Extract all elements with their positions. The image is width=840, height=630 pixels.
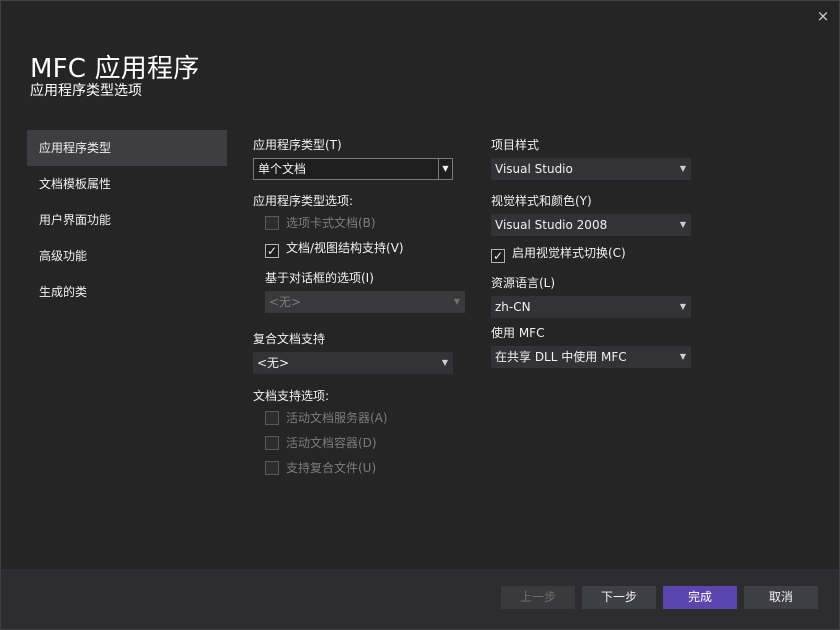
checkbox-box[interactable]	[265, 216, 279, 230]
tabbed-docs-label: 选项卡式文档(B)	[286, 216, 376, 230]
chevron-down-icon: ▼	[679, 164, 686, 173]
chevron-down-icon: ▼	[679, 352, 686, 361]
checkbox-box[interactable]	[265, 461, 279, 475]
visual-style-combo[interactable]: Visual Studio 2008 ▼	[491, 214, 691, 236]
next-button[interactable]: 下一步	[582, 586, 656, 609]
doc-view-label: 文档/视图结构支持(V)	[286, 241, 404, 255]
checkbox-box[interactable]	[265, 436, 279, 450]
style-switch-checkbox[interactable]: ✓ 启用视觉样式切换(C)	[491, 244, 626, 263]
compound-files-checkbox[interactable]: 支持复合文件(U)	[265, 459, 376, 476]
doc-view-checkbox[interactable]: ✓ 文档/视图结构支持(V)	[265, 239, 404, 258]
resource-lang-label: 资源语言(L)	[491, 276, 556, 290]
resource-lang-combo[interactable]: zh-CN ▼	[491, 296, 691, 318]
page-subtitle: 应用程序类型选项	[30, 83, 142, 99]
project-style-label: 项目样式	[491, 138, 540, 152]
project-style-combo[interactable]: Visual Studio ▼	[491, 158, 691, 180]
nav-item-doc-template[interactable]: 文档模板属性	[27, 166, 227, 202]
visual-style-value: Visual Studio 2008	[495, 218, 608, 232]
finish-button[interactable]: 完成	[663, 586, 737, 609]
cancel-button[interactable]: 取消	[744, 586, 818, 609]
app-type-combo[interactable]: 单个文档 ▼	[253, 158, 453, 180]
compound-combo[interactable]: <无> ▼	[253, 352, 453, 374]
dialog-options-value: <无>	[269, 295, 302, 309]
chevron-down-icon: ▼	[453, 297, 460, 306]
compound-files-label: 支持复合文件(U)	[286, 461, 377, 475]
prev-button[interactable]: 上一步	[501, 586, 575, 609]
active-server-label: 活动文档服务器(A)	[286, 411, 388, 425]
close-icon[interactable]: ×	[812, 5, 834, 27]
compound-label: 复合文档支持	[253, 332, 326, 346]
nav-item-ui-features[interactable]: 用户界面功能	[27, 202, 227, 238]
visual-style-label: 视觉样式和颜色(Y)	[491, 194, 592, 208]
use-mfc-label: 使用 MFC	[491, 326, 545, 340]
checkbox-box[interactable]	[265, 411, 279, 425]
dialog-options-combo[interactable]: <无> ▼	[265, 291, 465, 313]
nav-item-advanced[interactable]: 高级功能	[27, 238, 227, 274]
wizard-nav: 应用程序类型 文档模板属性 用户界面功能 高级功能 生成的类	[27, 130, 227, 310]
doc-support-label: 文档支持选项:	[253, 389, 330, 403]
nav-item-app-type[interactable]: 应用程序类型	[27, 130, 227, 166]
checkmark-icon[interactable]: ✓	[491, 249, 505, 263]
tabbed-docs-checkbox[interactable]: 选项卡式文档(B)	[265, 214, 376, 231]
chevron-down-icon: ▼	[441, 358, 448, 367]
project-style-value: Visual Studio	[495, 162, 573, 176]
app-type-label: 应用程序类型(T)	[253, 138, 342, 152]
app-type-value: 单个文档	[258, 162, 307, 176]
chevron-down-icon: ▼	[679, 302, 686, 311]
resource-lang-value: zh-CN	[495, 300, 531, 314]
dialog-options-label: 基于对话框的选项(I)	[265, 271, 374, 285]
active-server-checkbox[interactable]: 活动文档服务器(A)	[265, 409, 388, 426]
use-mfc-combo[interactable]: 在共享 DLL 中使用 MFC ▼	[491, 346, 691, 368]
compound-value: <无>	[257, 356, 290, 370]
nav-item-generated-classes[interactable]: 生成的类	[27, 274, 227, 310]
checkmark-icon[interactable]: ✓	[265, 244, 279, 258]
app-type-options-label: 应用程序类型选项:	[253, 194, 354, 208]
use-mfc-value: 在共享 DLL 中使用 MFC	[495, 350, 627, 364]
active-container-checkbox[interactable]: 活动文档容器(D)	[265, 434, 377, 451]
active-container-label: 活动文档容器(D)	[286, 436, 377, 450]
chevron-down-icon: ▼	[679, 220, 686, 229]
chevron-down-icon[interactable]: ▼	[438, 159, 452, 179]
style-switch-label: 启用视觉样式切换(C)	[512, 246, 626, 260]
